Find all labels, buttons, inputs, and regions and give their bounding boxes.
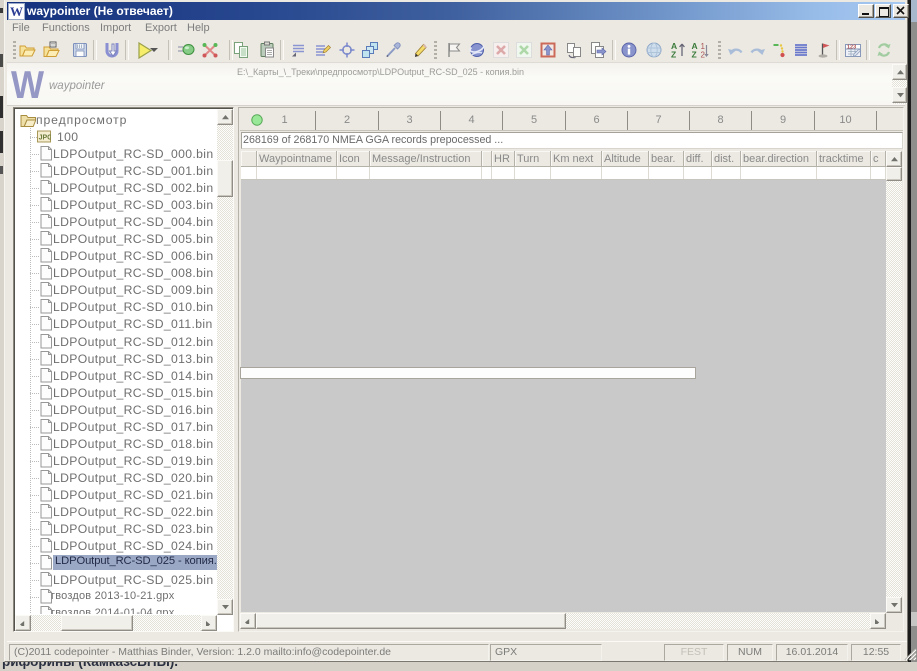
svg-text:Z: Z [692, 50, 697, 60]
svg-text:2: 2 [701, 51, 706, 60]
svg-text:Z: Z [671, 50, 676, 60]
svg-text:JPG: JPG [39, 135, 51, 142]
